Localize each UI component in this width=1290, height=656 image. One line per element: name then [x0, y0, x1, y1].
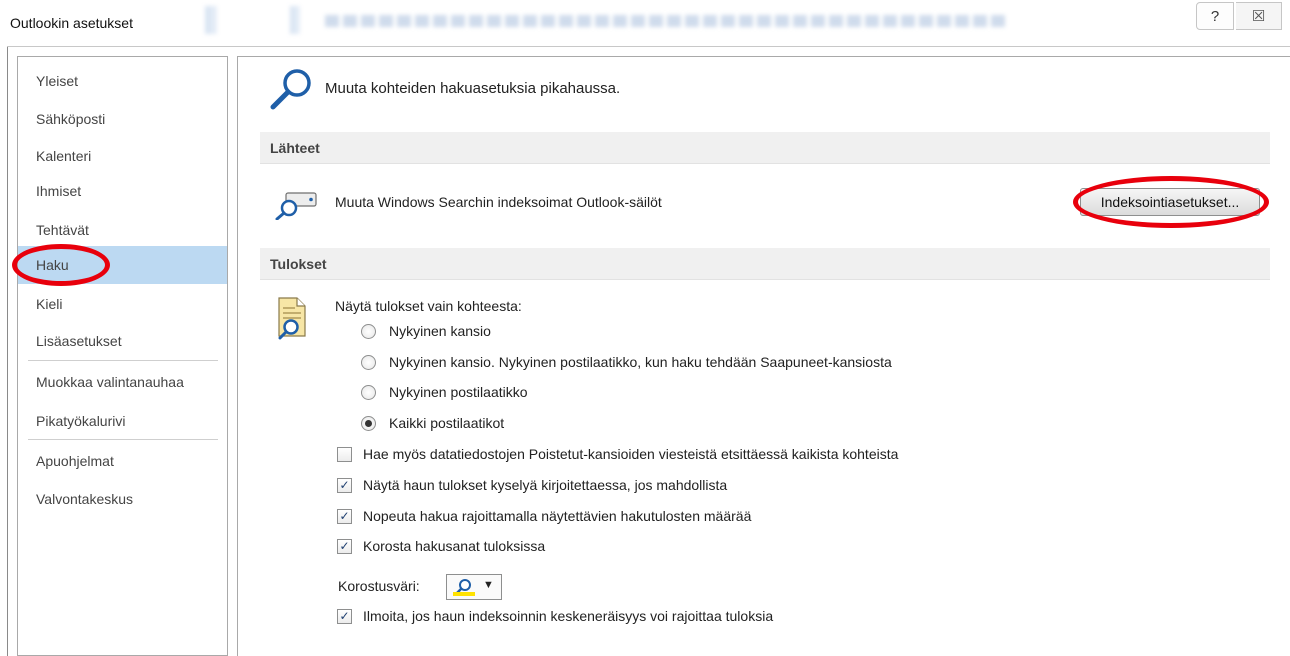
section-tulokset: Tulokset	[260, 248, 1270, 280]
highlight-color-picker[interactable]: ▼	[446, 574, 502, 600]
section-lahteet: Lähteet	[260, 132, 1270, 164]
background-blur	[205, 6, 217, 34]
sidebar-item-valvontakeskus[interactable]: Valvontakeskus	[18, 480, 227, 518]
window-frame	[7, 46, 1290, 47]
options-sidebar: Yleiset Sähköposti Kalenteri Ihmiset Teh…	[17, 56, 228, 656]
sidebar-item-lisaasetukset[interactable]: Lisäasetukset	[18, 322, 227, 360]
sidebar-item-haku[interactable]: Haku	[18, 246, 227, 284]
checkbox-deleted-items[interactable]	[337, 447, 352, 462]
sources-description: Muuta Windows Searchin indeksoimat Outlo…	[335, 194, 662, 210]
checkbox-label: Näytä haun tulokset kyselyä kirjoitettae…	[363, 477, 728, 493]
radio-scope-current-folder-inbox[interactable]	[361, 355, 376, 370]
page-header: Muuta kohteiden hakuasetuksia pikahaussa…	[325, 80, 621, 97]
radio-scope-all-mailboxes[interactable]	[361, 416, 376, 431]
checkbox-label: Ilmoita, jos haun indeksoinnin keskenerä…	[363, 608, 774, 624]
sidebar-item-ihmiset[interactable]: Ihmiset	[18, 172, 227, 210]
window-frame	[7, 46, 8, 656]
close-button[interactable]: ☒	[1236, 2, 1282, 30]
checkbox-show-results-while-typing[interactable]: ✓	[337, 478, 352, 493]
highlight-color-label: Korostusväri:	[338, 578, 420, 594]
magnifier-icon	[270, 69, 311, 110]
window-title: Outlookin asetukset	[10, 15, 133, 31]
checkbox-limit-results[interactable]: ✓	[337, 509, 352, 524]
sidebar-item-pikatyokalurivi[interactable]: Pikatyökalurivi	[18, 402, 227, 440]
indexing-options-button[interactable]: Indeksointiasetukset...	[1080, 188, 1260, 216]
close-icon: ☒	[1251, 8, 1266, 25]
help-icon: ?	[1210, 7, 1220, 25]
checkbox-label: Korosta hakusanat tuloksissa	[363, 538, 546, 554]
checkbox-highlight-terms[interactable]: ✓	[337, 539, 352, 554]
checkbox-label: Nopeuta hakua rajoittamalla näytettävien…	[363, 508, 752, 524]
background-blur	[325, 15, 1005, 27]
sidebar-item-sahkoposti[interactable]: Sähköposti	[18, 100, 227, 138]
sidebar-item-apuohjelmat[interactable]: Apuohjelmat	[18, 442, 227, 480]
document-search-icon	[278, 297, 306, 340]
results-scope-label: Näytä tulokset vain kohteesta:	[335, 298, 522, 314]
checkbox-label: Hae myös datatiedostojen Poistetut-kansi…	[363, 446, 899, 462]
title-bar: Outlookin asetukset ? ☒	[0, 0, 1290, 46]
sidebar-item-kieli[interactable]: Kieli	[18, 285, 227, 323]
scope-option-label: Nykyinen postilaatikko	[389, 384, 528, 400]
scope-option-label: Nykyinen kansio. Nykyinen postilaatikko,…	[389, 354, 892, 370]
sidebar-separator	[28, 360, 218, 361]
scope-option-label: Kaikki postilaatikot	[389, 415, 505, 431]
scope-option-label: Nykyinen kansio	[389, 323, 491, 339]
checkbox-indexing-warning[interactable]: ✓	[337, 609, 352, 624]
help-button[interactable]: ?	[1196, 2, 1234, 30]
sidebar-item-yleiset[interactable]: Yleiset	[18, 62, 227, 100]
sidebar-item-tehtavat[interactable]: Tehtävät	[18, 211, 227, 249]
sidebar-item-kalenteri[interactable]: Kalenteri	[18, 137, 227, 175]
highlight-color-swatch	[453, 592, 475, 596]
radio-scope-current-mailbox[interactable]	[361, 385, 376, 400]
sidebar-separator	[28, 439, 218, 440]
sidebar-item-muokkaa-valintanauhaa[interactable]: Muokkaa valintanauhaa	[18, 363, 227, 401]
search-drive-icon	[275, 192, 317, 220]
background-blur	[290, 6, 300, 34]
radio-scope-current-folder[interactable]	[361, 324, 376, 339]
dropdown-arrow-icon: ▼	[483, 579, 494, 591]
